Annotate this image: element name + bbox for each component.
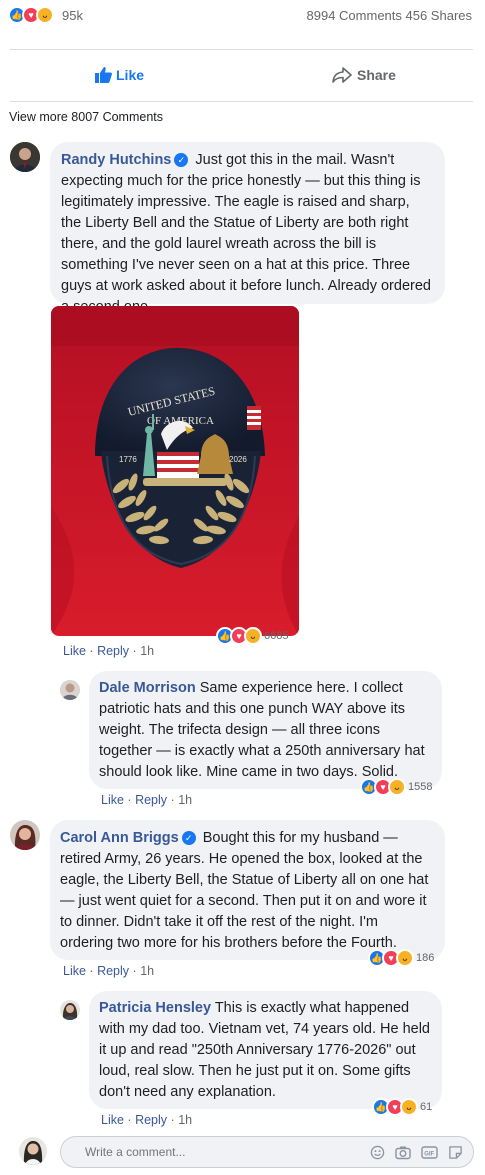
haha-reaction-icon: ᴗ bbox=[388, 778, 406, 796]
like-link[interactable]: Like bbox=[63, 644, 86, 658]
comments-shares-count[interactable]: 8994 Comments 456 Shares bbox=[307, 8, 472, 23]
reaction-count: 61 bbox=[420, 1101, 433, 1113]
haha-reaction-icon: ᴗ bbox=[396, 949, 414, 967]
like-button[interactable]: Like bbox=[95, 67, 144, 83]
separator: · bbox=[132, 964, 137, 978]
hat-photo-image: UNITED STATES OF AMERICA 1776 2026 bbox=[51, 306, 299, 636]
person-avatar-icon bbox=[10, 820, 40, 850]
comment-reactions[interactable]: 👍 ♥ ᴗ 1558 bbox=[360, 778, 432, 796]
person-avatar-icon bbox=[10, 142, 40, 172]
gif-icon[interactable]: GIF bbox=[421, 1145, 438, 1160]
share-button[interactable]: Share bbox=[332, 67, 396, 83]
comment-composer[interactable]: GIF bbox=[60, 1136, 474, 1168]
comment-actions: Like · Reply · 1h bbox=[63, 964, 154, 978]
person-avatar-icon bbox=[60, 680, 80, 700]
share-button-label: Share bbox=[357, 67, 396, 83]
reaction-count: 186 bbox=[416, 952, 435, 964]
comment-bubble: Randy Hutchins ✓ Just got this in the mai… bbox=[50, 142, 445, 315]
comment-reactions[interactable]: 👍 ♥ ᴗ 186 bbox=[368, 949, 434, 967]
timestamp[interactable]: 1h bbox=[178, 1113, 192, 1127]
like-button-label: Like bbox=[116, 67, 145, 83]
haha-reaction-icon: ᴗ bbox=[244, 627, 262, 645]
like-link[interactable]: Like bbox=[101, 1113, 124, 1127]
separator: · bbox=[89, 964, 94, 978]
divider bbox=[10, 49, 473, 50]
timestamp[interactable]: 1h bbox=[178, 793, 192, 807]
hat-embroidery-text: 2026 bbox=[229, 455, 247, 464]
sticker-icon[interactable] bbox=[448, 1145, 463, 1160]
camera-icon[interactable] bbox=[395, 1145, 411, 1160]
post-reactions[interactable]: 👍 ♥ ᴗ bbox=[8, 6, 54, 24]
divider bbox=[10, 101, 473, 102]
comment-input[interactable] bbox=[83, 1144, 370, 1160]
comment-actions: Like · Reply · 1h bbox=[101, 793, 192, 807]
comment-text: Bought this for my husband — retired Arm… bbox=[60, 830, 429, 951]
comment-text: Just got this in the mail. Wasn't expect… bbox=[61, 152, 431, 315]
reaction-count: 1558 bbox=[408, 781, 433, 793]
avatar[interactable] bbox=[10, 142, 40, 172]
comment-actions: Like · Reply · 1h bbox=[101, 1113, 192, 1127]
comment-author[interactable]: Dale Morrison bbox=[99, 680, 196, 696]
reply-link[interactable]: Reply bbox=[97, 644, 129, 658]
reply-bubble: Dale Morrison Same experience here. I co… bbox=[89, 671, 442, 789]
separator: · bbox=[170, 1113, 175, 1127]
avatar[interactable] bbox=[60, 680, 80, 700]
comment-author[interactable]: Carol Ann Briggs bbox=[60, 830, 179, 846]
like-link[interactable]: Like bbox=[63, 964, 86, 978]
comment-reactions[interactable]: 👍 ♥ ᴗ 6685 bbox=[216, 627, 288, 645]
separator: · bbox=[127, 793, 132, 807]
comment-reactions[interactable]: 👍 ♥ ᴗ 61 bbox=[372, 1098, 432, 1116]
avatar[interactable] bbox=[10, 820, 40, 850]
reply-link[interactable]: Reply bbox=[135, 1113, 167, 1127]
thumbs-up-icon bbox=[95, 67, 112, 83]
avatar[interactable] bbox=[19, 1137, 47, 1165]
separator: · bbox=[89, 644, 94, 658]
reply-link[interactable]: Reply bbox=[97, 964, 129, 978]
verified-badge-icon: ✓ bbox=[174, 153, 189, 167]
separator: · bbox=[132, 644, 137, 658]
comment-actions: Like · Reply · 1h bbox=[63, 644, 154, 658]
timestamp[interactable]: 1h bbox=[140, 964, 154, 978]
reaction-count: 6685 bbox=[264, 630, 289, 642]
person-avatar-icon bbox=[60, 1000, 80, 1020]
like-link[interactable]: Like bbox=[101, 793, 124, 807]
separator: · bbox=[170, 793, 175, 807]
haha-reaction-icon: ᴗ bbox=[400, 1098, 418, 1116]
person-avatar-icon bbox=[19, 1137, 47, 1165]
share-arrow-icon bbox=[332, 67, 352, 83]
comment-bubble: Carol Ann Briggs ✓ Bought this for my hus… bbox=[50, 820, 445, 960]
svg-text:GIF: GIF bbox=[424, 1151, 434, 1157]
avatar[interactable] bbox=[60, 1000, 80, 1020]
verified-badge-icon: ✓ bbox=[181, 831, 196, 845]
reactions-count[interactable]: 95k bbox=[62, 8, 83, 23]
comment-author[interactable]: Patricia Hensley bbox=[99, 1000, 211, 1016]
emoji-icon[interactable] bbox=[370, 1145, 385, 1160]
reply-link[interactable]: Reply bbox=[135, 793, 167, 807]
view-more-comments-link[interactable]: View more 8007 Comments bbox=[9, 110, 163, 124]
timestamp[interactable]: 1h bbox=[140, 644, 154, 658]
hat-embroidery-text: 1776 bbox=[119, 455, 137, 464]
haha-reaction-icon: ᴗ bbox=[36, 6, 54, 24]
composer-tools: GIF bbox=[370, 1145, 463, 1160]
separator: · bbox=[127, 1113, 132, 1127]
comment-author[interactable]: Randy Hutchins bbox=[61, 152, 171, 168]
reply-bubble: Patricia Hensley This is exactly what ha… bbox=[89, 991, 442, 1109]
comment-photo[interactable]: UNITED STATES OF AMERICA 1776 2026 bbox=[51, 306, 299, 636]
